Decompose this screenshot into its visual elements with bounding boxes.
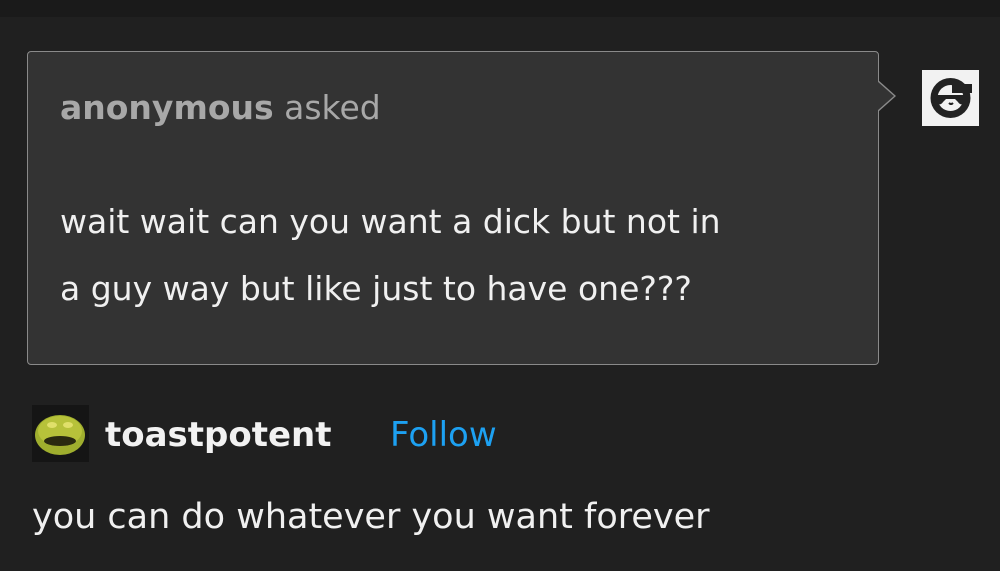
follow-button[interactable]: Follow [390, 415, 497, 455]
anonymous-sunglasses-icon[interactable] [922, 70, 979, 126]
username[interactable]: toastpotent [105, 415, 332, 455]
answer-text: you can do whatever you want forever [32, 497, 710, 537]
question-text: wait wait can you want a dick but not in… [60, 188, 860, 322]
ask-bubble-tail-fill [877, 81, 894, 111]
asker-name: anonymous [60, 88, 274, 127]
top-divider [0, 0, 1000, 17]
question-line-1: wait wait can you want a dick but not in [60, 202, 721, 241]
asked-label: asked [273, 88, 381, 127]
kermit-avatar[interactable] [32, 405, 89, 462]
post-container: anonymous asked wait wait can you want a… [0, 0, 1000, 571]
asker-line: anonymous asked [60, 88, 381, 127]
question-line-2: a guy way but like just to have one??? [60, 269, 692, 308]
